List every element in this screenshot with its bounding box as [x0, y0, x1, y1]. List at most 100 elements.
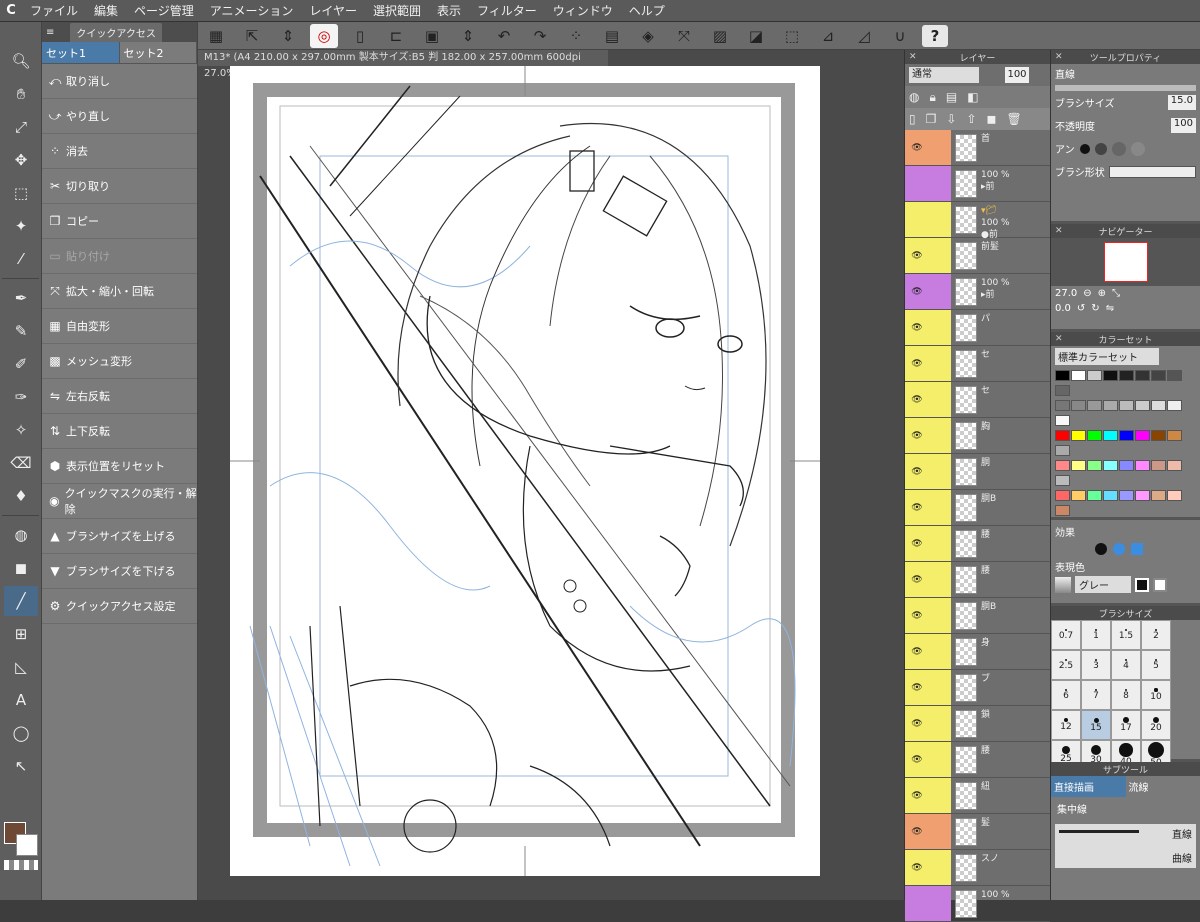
fit-icon[interactable]: ⤡ [1112, 288, 1120, 299]
color-swatch[interactable] [1167, 490, 1182, 501]
layer-thumbnail[interactable] [955, 350, 977, 378]
subtool-line[interactable]: 直線 [1172, 826, 1192, 841]
brush-size-cell[interactable]: 1 [1081, 620, 1111, 650]
layer-lock-cell[interactable] [929, 490, 951, 525]
brush-size-cell[interactable]: 2 [1141, 620, 1171, 650]
color-set-select[interactable]: 標準カラーセット [1055, 348, 1159, 365]
panel-menu-icon[interactable]: ≡ [46, 27, 54, 38]
quick-access-item[interactable]: ✂切り取り [42, 169, 197, 204]
layer-row[interactable]: 👁︎ブ [905, 670, 1050, 706]
brush-size-cell[interactable]: 20 [1141, 710, 1171, 740]
set-tab-1[interactable]: セット1 [42, 42, 120, 63]
brush-size-cell[interactable]: 12 [1051, 710, 1081, 740]
layer-lock-cell[interactable] [929, 382, 951, 417]
layer-row[interactable]: 👁︎パ [905, 310, 1050, 346]
eye-icon[interactable]: 👁︎ [905, 490, 929, 525]
layer-thumbnail[interactable] [955, 566, 977, 594]
color-swatches[interactable] [4, 822, 38, 892]
layer-row[interactable]: 👁︎100 %▸前 [905, 274, 1050, 310]
layer-lock-cell[interactable] [929, 634, 951, 669]
layer-color-chip[interactable] [905, 886, 929, 921]
color-swatch[interactable] [1071, 400, 1086, 411]
zoom-out-icon[interactable]: ⊖ [1083, 288, 1091, 299]
aa-weak-icon[interactable] [1095, 143, 1107, 155]
quick-access-item[interactable]: ▩メッシュ変形 [42, 344, 197, 379]
redo-icon[interactable]: ↷ [526, 24, 554, 48]
navigator-preview[interactable] [1051, 238, 1200, 286]
layer-color-chip[interactable] [905, 202, 929, 237]
move-down-icon[interactable]: ⇩ [946, 112, 956, 126]
color-swatch[interactable] [1103, 370, 1118, 381]
stepper-icon[interactable]: ⇕ [274, 24, 302, 48]
layer-lock-cell[interactable] [929, 886, 951, 921]
navigator-viewport[interactable] [1104, 242, 1148, 282]
color-swatch[interactable] [1087, 400, 1102, 411]
color-swatch[interactable] [1103, 490, 1118, 501]
layer-thumbnail[interactable] [955, 746, 977, 774]
menu-selection[interactable]: 選択範囲 [365, 0, 429, 22]
eye-icon[interactable]: 👁︎ [905, 742, 929, 777]
color-swatch[interactable] [1167, 400, 1182, 411]
layer-row[interactable]: 👁︎スノ [905, 850, 1050, 886]
layer-lock-cell[interactable] [929, 274, 951, 309]
quick-access-item[interactable]: ❐コピー [42, 204, 197, 239]
layer-thumbnail[interactable] [955, 170, 977, 198]
balloon-tool-icon[interactable]: ◯ [4, 718, 38, 748]
airbrush-tool-icon[interactable]: ✑ [4, 382, 38, 412]
eye-icon[interactable]: 👁︎ [905, 706, 929, 741]
new-file-icon[interactable]: ▯ [346, 24, 374, 48]
opacity-value[interactable]: 100 [1171, 118, 1196, 133]
menu-layer[interactable]: レイヤー [301, 0, 365, 22]
clip-studio-icon[interactable]: ◎ [310, 24, 338, 48]
quick-access-item[interactable]: ⇋左右反転 [42, 379, 197, 414]
brush-size-value[interactable]: 15.0 [1168, 95, 1196, 110]
tone-icon[interactable]: ▨ [706, 24, 734, 48]
eye-icon[interactable]: 👁︎ [905, 562, 929, 597]
layer-row[interactable]: 👁︎腰 [905, 562, 1050, 598]
zoom-value[interactable]: 27.0 [1055, 288, 1077, 299]
mask-icon[interactable]: ◧ [967, 90, 978, 104]
color-swatch[interactable] [1135, 370, 1150, 381]
rotate-left-icon[interactable]: ↺ [1077, 303, 1085, 314]
menu-page[interactable]: ページ管理 [126, 0, 202, 22]
layer-row[interactable]: 👁︎胸 [905, 418, 1050, 454]
ref-layer-icon[interactable]: ◍ [909, 90, 919, 104]
layer-thumbnail[interactable] [955, 638, 977, 666]
eyedropper-icon[interactable]: ⁄ [4, 244, 38, 274]
layer-thumbnail[interactable] [955, 422, 977, 450]
layer-row[interactable]: 100 %▸前 [905, 166, 1050, 202]
quick-access-item[interactable]: ⤻やり直し [42, 99, 197, 134]
color-swatch[interactable] [1071, 430, 1086, 441]
eye-icon[interactable]: 👁︎ [905, 634, 929, 669]
layer-lock-cell[interactable] [929, 562, 951, 597]
zoom-tool-icon[interactable]: 🔍︎ [4, 46, 38, 76]
canvas-paper[interactable] [230, 66, 820, 876]
color-swatch[interactable] [1087, 370, 1102, 381]
layer-thumbnail[interactable] [955, 278, 977, 306]
layer-thumbnail[interactable] [955, 314, 977, 342]
subtool-curve[interactable]: 曲線 [1172, 850, 1192, 865]
magic-wand-icon[interactable]: ✦ [4, 211, 38, 241]
undo-icon[interactable]: ↶ [490, 24, 518, 48]
eye-icon[interactable]: 👁︎ [905, 346, 929, 381]
color-swatch[interactable] [1055, 430, 1070, 441]
color-swatch[interactable] [1135, 400, 1150, 411]
quick-access-item[interactable]: ▭貼り付け [42, 239, 197, 274]
layer-lock-cell[interactable] [929, 238, 951, 273]
color-swatch[interactable] [1055, 490, 1070, 501]
flip-icon[interactable]: ⇋ [1106, 303, 1114, 314]
perspective-snap-icon[interactable]: ◿ [850, 24, 878, 48]
brush-size-cell[interactable]: 6 [1051, 680, 1081, 710]
layer-row[interactable]: 👁︎セ [905, 382, 1050, 418]
brush-size-cell[interactable]: 4 [1111, 650, 1141, 680]
layer-thumbnail[interactable] [955, 710, 977, 738]
quick-access-item[interactable]: ◉クイックマスクの実行・解除 [42, 484, 197, 519]
layer-thumbnail[interactable] [955, 602, 977, 630]
layer-row[interactable]: 👁︎紐 [905, 778, 1050, 814]
layer-lock-cell[interactable] [929, 310, 951, 345]
close-icon[interactable]: ✕ [1055, 52, 1063, 62]
gradient-icon[interactable]: ◪ [742, 24, 770, 48]
new-vector-icon[interactable]: ❐ [926, 112, 937, 126]
color-swatch[interactable] [1103, 400, 1118, 411]
eye-icon[interactable]: 👁︎ [905, 238, 929, 273]
